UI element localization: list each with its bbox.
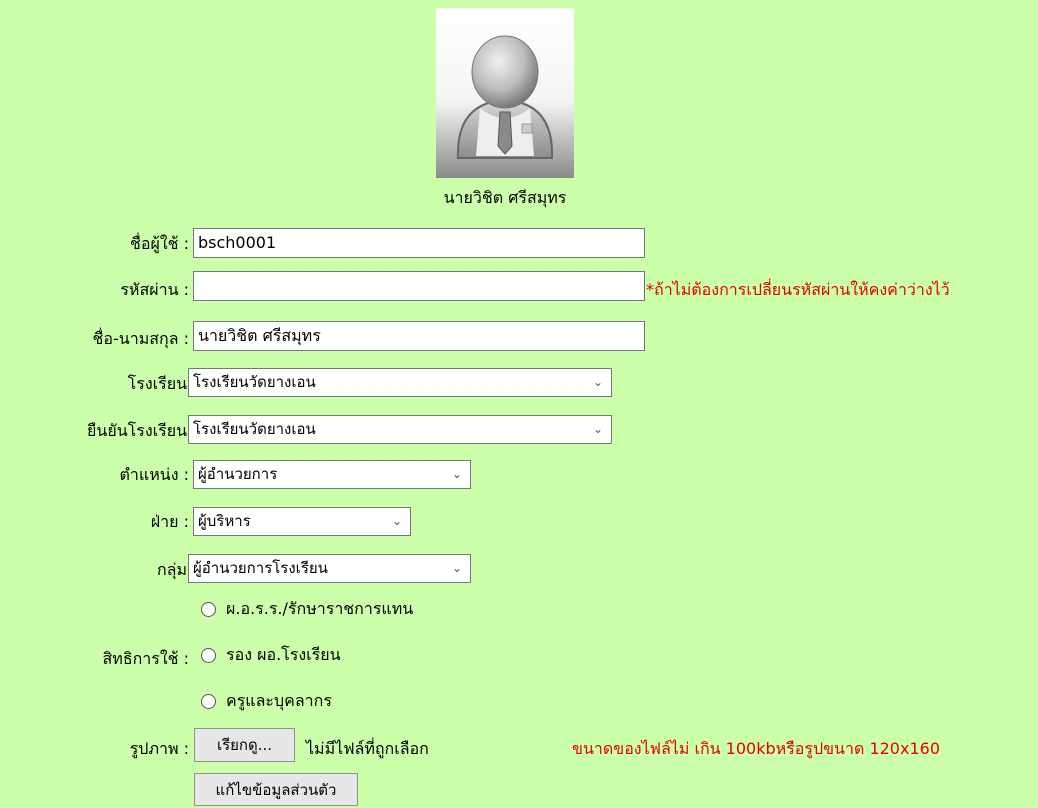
update-profile-button[interactable]: แก้ไขข้อมูลส่วนตัว (194, 773, 358, 806)
department-select-value: ผู้บริหาร (198, 512, 251, 530)
password-hint: *ถ้าไม่ต้องการเปลี่ยนรหัสผ่านให้คงค่าว่า… (646, 280, 950, 299)
permission-label: สิทธิการใช้ : (102, 649, 190, 668)
chevron-down-icon: ⌄ (592, 375, 603, 389)
school-label: โรงเรียน (127, 374, 187, 393)
group-select[interactable]: ผู้อำนวยการโรงเรียน ⌄ (188, 554, 471, 583)
confirm-school-select[interactable]: โรงเรียนวัดยางเอน ⌄ (188, 415, 612, 444)
school-select-value: โรงเรียนวัดยางเอน (193, 373, 316, 391)
chevron-down-icon: ⌄ (391, 514, 402, 528)
group-select-value: ผู้อำนวยการโรงเรียน (193, 559, 328, 577)
photo-size-hint: ขนาดของไฟล์ไม่ เกิน 100kbหรือรูปขนาด 120… (572, 739, 940, 758)
permission-option-label: รอง ผอ.โรงเรียน (226, 645, 341, 664)
group-label: กลุ่ม (156, 560, 187, 579)
chevron-down-icon: ⌄ (592, 422, 603, 436)
username-label: ชื่อผู้ใช้ : (130, 234, 189, 253)
department-label: ฝ่าย : (150, 512, 189, 531)
user-avatar-icon (456, 35, 554, 159)
permission-option-label: ครูและบุคลากร (226, 691, 332, 710)
confirm-school-label: ยืนยันโรงเรียน (87, 421, 187, 440)
radio-button[interactable] (201, 602, 216, 617)
position-select[interactable]: ผู้อำนวยการ ⌄ (193, 460, 471, 489)
avatar (436, 8, 574, 178)
position-select-value: ผู้อำนวยการ (198, 465, 278, 483)
radio-button[interactable] (201, 648, 216, 663)
confirm-school-select-value: โรงเรียนวัดยางเอน (193, 420, 316, 438)
permission-option-label: ผ.อ.ร.ร./รักษาราชการแทน (226, 599, 414, 618)
fullname-label: ชื่อ-นามสกุล : (92, 329, 189, 348)
photo-label: รูปภาพ : (129, 739, 189, 758)
department-select[interactable]: ผู้บริหาร ⌄ (193, 507, 411, 536)
permission-option-deputy[interactable]: รอง ผอ.โรงเรียน (201, 643, 341, 668)
school-select[interactable]: โรงเรียนวัดยางเอน ⌄ (188, 368, 612, 397)
fullname-input[interactable]: นายวิชิต ศรีสมุทร (193, 321, 645, 351)
password-input[interactable] (193, 271, 645, 301)
radio-button[interactable] (201, 694, 216, 709)
permission-option-staff[interactable]: ครูและบุคลากร (201, 689, 332, 714)
password-label: รหัสผ่าน : (120, 280, 189, 299)
profile-name: นายวิชิต ศรีสมุทร (443, 188, 567, 207)
chevron-down-icon: ⌄ (451, 561, 462, 575)
browse-file-button[interactable]: เรียกดู... (194, 728, 295, 762)
username-input[interactable]: bsch0001 (193, 228, 645, 258)
chevron-down-icon: ⌄ (451, 467, 462, 481)
permission-option-director[interactable]: ผ.อ.ร.ร./รักษาราชการแทน (201, 597, 413, 622)
no-file-selected-text: ไม่มีไฟล์ที่ถูกเลือก (306, 739, 429, 758)
position-label: ตำแหน่ง : (119, 465, 189, 484)
